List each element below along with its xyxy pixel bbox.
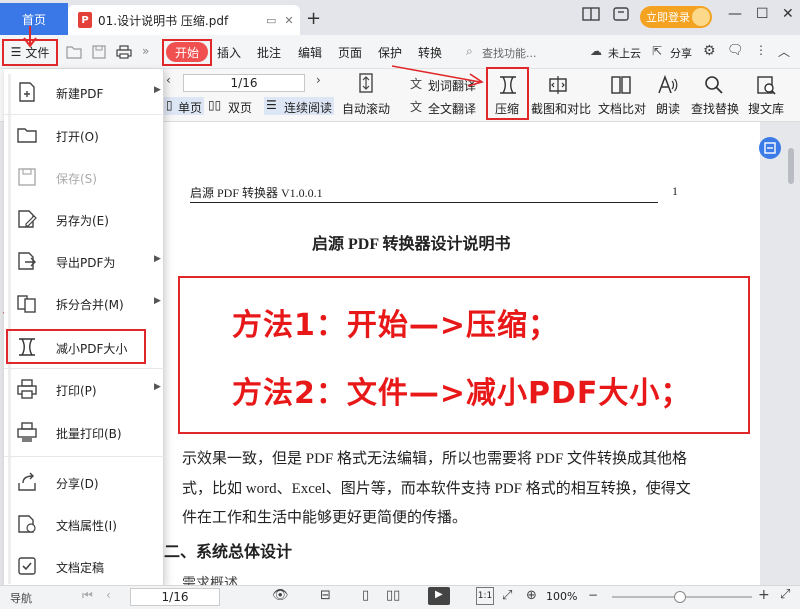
zoom-tool-icon[interactable]: ⊕ [526,588,537,603]
play-icon: ▶ [435,589,443,600]
single-page-status-icon[interactable]: ▯ [362,588,369,603]
zoom-out-icon[interactable]: − [588,588,598,602]
navigation-toggle[interactable]: 导航 [10,590,32,606]
submenu-arrow-icon: ▶ [154,296,161,306]
folder-open-icon [17,128,37,143]
menu-item-share[interactable]: 分享(D) [4,461,164,503]
menu-item-split-merge[interactable]: 拆分合并(M) ▶ [4,282,164,324]
menu-item-doc-properties[interactable]: 文档属性(I) [4,503,164,545]
menu-item-print[interactable]: 打印(P) ▶ [4,368,164,410]
status-page-input[interactable]: 1/16 [130,588,220,606]
split-merge-icon [17,295,36,313]
fullscreen-icon[interactable]: ⤢ [780,587,790,602]
menu-item-new-pdf[interactable]: 新建PDF ▶ [4,71,164,113]
submenu-arrow-icon: ▶ [154,382,161,392]
save-icon [18,168,36,186]
export-icon [18,252,36,270]
save-label: 保存(S) [56,172,97,186]
prev-page-status-icon[interactable]: ‹ [106,588,111,602]
fit-window-icon[interactable]: ⤢ [502,588,512,603]
share-label: 分享(D) [56,477,99,491]
new-pdf-icon [19,82,35,102]
menu-item-open[interactable]: 打开(O) [4,114,164,156]
batch-print-icon [17,422,37,442]
split-merge-label: 拆分合并(M) [56,298,124,312]
zoom-in-icon[interactable]: + [758,587,770,603]
zoom-level[interactable]: 100% [546,590,577,603]
doc-properties-icon [18,515,36,533]
batch-print-label: 批量打印(B) [56,427,122,441]
open-label: 打开(O) [56,130,99,144]
zoom-slider[interactable] [612,591,752,603]
annotation-box-reduce-size [6,329,146,364]
save-as-label: 另存为(E) [56,214,109,228]
menu-item-export-pdf[interactable]: 导出PDF为 ▶ [4,240,164,282]
double-page-status-icon[interactable]: ▯▯ [386,588,400,603]
first-page-icon[interactable]: ⏮ [82,588,93,603]
eye-mode-icon[interactable]: 👁 [272,588,289,603]
menu-item-batch-print[interactable]: 批量打印(B) [4,411,164,453]
export-pdf-label: 导出PDF为 [56,256,116,270]
actual-size-icon[interactable]: 1:1 [476,587,494,605]
fit-page-icon[interactable]: ⊟ [320,588,331,603]
print-icon [17,379,37,399]
zoom-slider-handle[interactable] [674,591,686,603]
play-button[interactable]: ▶ [428,587,450,605]
submenu-arrow-icon: ▶ [154,85,161,95]
print-label: 打印(P) [56,384,97,398]
menu-separator [4,456,164,457]
menu-item-finalize[interactable]: 文档定稿 [4,545,164,587]
share-icon [18,472,36,491]
new-pdf-label: 新建PDF [56,87,104,101]
menu-item-save[interactable]: 保存(S) [4,156,164,198]
finalize-label: 文档定稿 [56,561,105,575]
save-as-icon [18,210,37,228]
submenu-arrow-icon: ▶ [154,254,161,264]
finalize-icon [18,557,36,575]
menu-item-save-as[interactable]: 另存为(E) [4,198,164,240]
doc-properties-label: 文档属性(I) [56,519,117,533]
